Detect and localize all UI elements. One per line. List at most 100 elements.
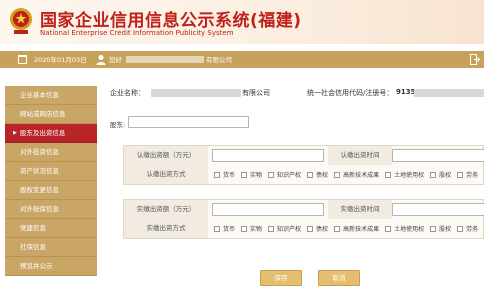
- option-label: 债权: [316, 172, 329, 179]
- option-physical[interactable]: 实物: [241, 170, 262, 179]
- checkbox[interactable]: [457, 171, 464, 178]
- current-date: 2020年01月03日: [34, 56, 87, 64]
- subscribed-capital-block: 认缴出资额（万元） 认缴出资时间 认缴出资方式 货币 实物 知识产权 债权 高新…: [123, 145, 484, 185]
- option-labor[interactable]: 劳务: [457, 170, 478, 179]
- option-label: 货币: [223, 226, 236, 233]
- subscribed-method-label: 认缴出资方式: [124, 165, 208, 184]
- option-cash[interactable]: 货币: [214, 224, 235, 233]
- option-label: 债权: [316, 226, 329, 233]
- site-subtitle: National Enterprise Credit Information P…: [40, 29, 234, 37]
- sidebar-item-basic-info[interactable]: 企业基本信息: [5, 86, 97, 105]
- paid-amount-label: 实缴出资额（万元）: [124, 200, 208, 219]
- sidebar-item-shareholder-info[interactable]: 股东及出资信息: [5, 124, 97, 143]
- site-header: 国家企业信用信息公示系统(福建) National Enterprise Cre…: [0, 0, 484, 44]
- national-emblem-icon: [10, 8, 32, 34]
- option-labor[interactable]: 劳务: [457, 224, 478, 233]
- option-land[interactable]: 土地使用权: [385, 170, 424, 179]
- checkbox[interactable]: [268, 171, 275, 178]
- info-bar: 2020年01月03日 您好 有限公司: [0, 51, 484, 68]
- checkbox[interactable]: [385, 225, 392, 232]
- checkbox[interactable]: [457, 225, 464, 232]
- paid-time-input[interactable]: [392, 203, 484, 216]
- option-label: 劳务: [466, 172, 479, 179]
- paid-method-row: 实缴出资方式 货币 实物 知识产权 债权 高新技术成果 土地使用权 股权 劳务: [124, 219, 483, 238]
- paid-method-options: 货币 实物 知识产权 债权 高新技术成果 土地使用权 股权 劳务: [214, 219, 484, 238]
- option-label: 高新技术成果: [343, 226, 380, 233]
- option-label: 土地使用权: [394, 226, 425, 233]
- company-name-suffix: 有限公司: [242, 89, 270, 97]
- option-label: 知识产权: [277, 226, 302, 233]
- option-label: 土地使用权: [394, 172, 425, 179]
- shareholder-input[interactable]: [128, 116, 249, 128]
- paid-amount-input[interactable]: [212, 203, 324, 216]
- paid-amount-row: 实缴出资额（万元） 实缴出资时间: [124, 200, 484, 219]
- option-label: 货币: [223, 172, 236, 179]
- option-ip[interactable]: 知识产权: [268, 170, 301, 179]
- option-equity[interactable]: 股权: [430, 224, 451, 233]
- option-tech[interactable]: 高新技术成果: [334, 224, 379, 233]
- sidebar-item-equity-change[interactable]: 股权变更信息: [5, 181, 97, 200]
- option-label: 劳务: [466, 226, 479, 233]
- user-icon: [96, 55, 106, 65]
- option-label: 实物: [250, 172, 263, 179]
- subscribed-amount-label: 认缴出资额（万元）: [124, 146, 208, 165]
- checkbox[interactable]: [214, 225, 220, 232]
- credit-code-value: 9135: [396, 88, 416, 96]
- sidebar-nav: 企业基本信息 网站或网店信息 股东及出资信息 对外投资信息 资产状况信息 股权变…: [5, 86, 97, 276]
- checkbox[interactable]: [334, 225, 341, 232]
- welcome-text: 您好: [109, 56, 122, 64]
- subscribed-amount-input[interactable]: [212, 149, 324, 162]
- option-land[interactable]: 土地使用权: [385, 224, 424, 233]
- save-button[interactable]: 保存: [260, 270, 302, 286]
- subscribed-time-label: 认缴出资时间: [328, 146, 392, 165]
- option-label: 高新技术成果: [343, 172, 380, 179]
- calendar-icon: [18, 55, 27, 64]
- checkbox[interactable]: [334, 171, 341, 178]
- checkbox[interactable]: [307, 171, 314, 178]
- sidebar-item-guarantee-info[interactable]: 对外担保信息: [5, 200, 97, 219]
- checkbox[interactable]: [385, 171, 392, 178]
- sidebar-item-investment-info[interactable]: 对外投资信息: [5, 143, 97, 162]
- site-title: 国家企业信用信息公示系统(福建): [40, 11, 302, 31]
- paid-capital-block: 实缴出资额（万元） 实缴出资时间 实缴出资方式 货币 实物 知识产权 债权 高新…: [123, 199, 484, 239]
- option-label: 股权: [439, 226, 452, 233]
- option-equity[interactable]: 股权: [430, 170, 451, 179]
- subscribed-time-input[interactable]: [392, 149, 484, 162]
- redacted-company-name: [151, 89, 241, 97]
- option-physical[interactable]: 实物: [241, 224, 262, 233]
- checkbox[interactable]: [214, 171, 220, 178]
- checkbox[interactable]: [241, 171, 248, 178]
- option-debt[interactable]: 债权: [307, 170, 328, 179]
- sidebar-item-preview-publish[interactable]: 预览并公示: [5, 257, 97, 276]
- shareholder-label: 股东:: [110, 121, 126, 129]
- sidebar-item-party-info[interactable]: 党建信息: [5, 219, 97, 238]
- cancel-button[interactable]: 取消: [318, 270, 360, 286]
- credit-code-label: 统一社会信用代码/注册号：: [307, 89, 394, 97]
- option-label: 股权: [439, 172, 452, 179]
- checkbox[interactable]: [241, 225, 248, 232]
- checkbox[interactable]: [268, 225, 275, 232]
- main-content: 企业名称： 有限公司 统一社会信用代码/注册号： 9135 股东: 认缴出资额（…: [104, 82, 484, 300]
- option-tech[interactable]: 高新技术成果: [334, 170, 379, 179]
- option-label: 知识产权: [277, 172, 302, 179]
- logout-icon[interactable]: [470, 54, 480, 65]
- welcome-company-suffix: 有限公司: [206, 56, 232, 64]
- sidebar-item-asset-info[interactable]: 资产状况信息: [5, 162, 97, 181]
- sidebar-item-social-security[interactable]: 社保信息: [5, 238, 97, 257]
- paid-time-label: 实缴出资时间: [328, 200, 392, 219]
- paid-method-label: 实缴出资方式: [124, 219, 208, 238]
- option-label: 实物: [250, 226, 263, 233]
- subscribed-method-options: 货币 实物 知识产权 债权 高新技术成果 土地使用权 股权 劳务: [214, 165, 484, 184]
- checkbox[interactable]: [430, 225, 437, 232]
- option-ip[interactable]: 知识产权: [268, 224, 301, 233]
- option-debt[interactable]: 债权: [307, 224, 328, 233]
- subscribed-amount-row: 认缴出资额（万元） 认缴出资时间: [124, 146, 484, 165]
- redacted-name: [126, 56, 204, 63]
- redacted-credit-code: [414, 89, 484, 97]
- checkbox[interactable]: [430, 171, 437, 178]
- sidebar-item-website-info[interactable]: 网站或网店信息: [5, 105, 97, 124]
- company-name-label: 企业名称：: [110, 89, 145, 97]
- checkbox[interactable]: [307, 225, 314, 232]
- subscribed-method-row: 认缴出资方式 货币 实物 知识产权 债权 高新技术成果 土地使用权 股权 劳务: [124, 165, 483, 184]
- option-cash[interactable]: 货币: [214, 170, 235, 179]
